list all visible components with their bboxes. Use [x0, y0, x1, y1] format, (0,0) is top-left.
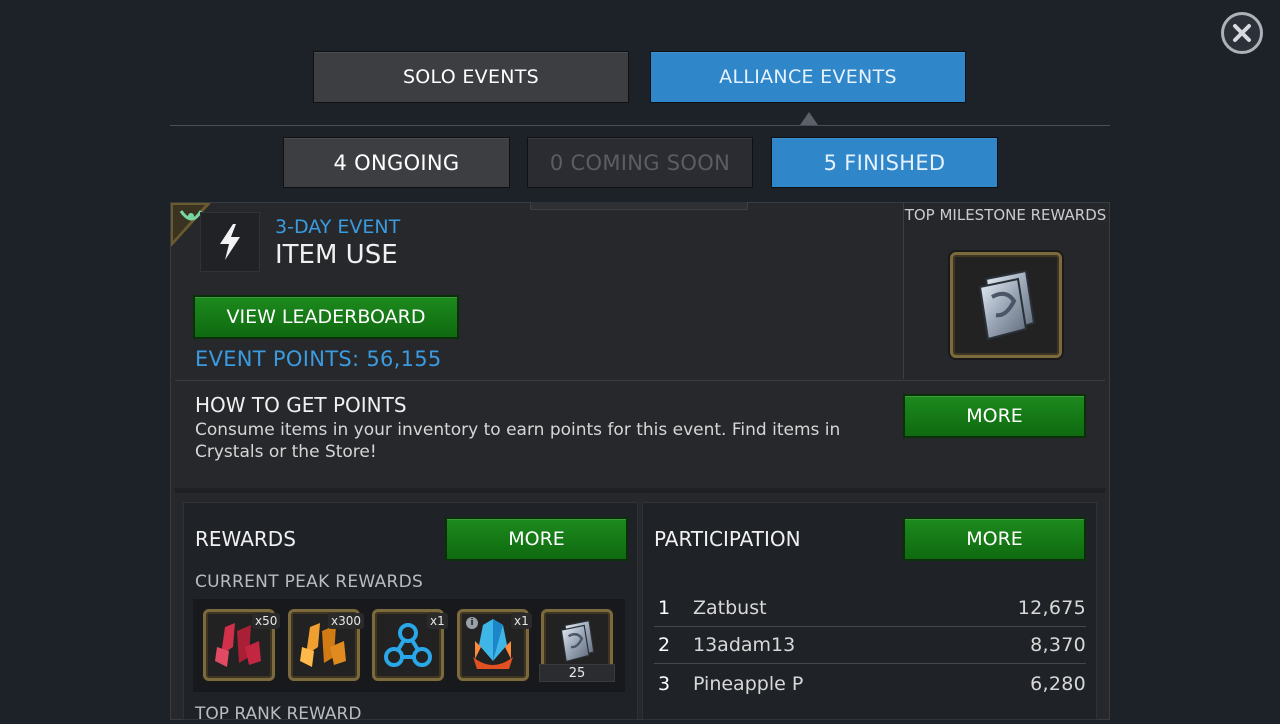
row-score: 8,370 — [1030, 634, 1086, 656]
info-icon[interactable]: i — [466, 617, 478, 629]
tab-alliance-events[interactable]: ALLIANCE EVENTS — [650, 51, 966, 103]
tab-solo-events[interactable]: SOLO EVENTS — [313, 51, 629, 103]
milestone-title: TOP MILESTONE REWARDS — [904, 206, 1107, 224]
view-leaderboard-button[interactable]: VIEW LEADERBOARD — [193, 295, 459, 339]
row-score: 6,280 — [1030, 672, 1086, 695]
tab-ongoing-label: 4 ONGOING — [333, 150, 460, 175]
row-name: Pineapple P — [693, 672, 804, 695]
event-points: EVENT POINTS: 56,155 — [195, 347, 442, 371]
close-icon — [1233, 24, 1251, 42]
close-button[interactable] — [1221, 12, 1263, 54]
rewards-more-label: MORE — [508, 528, 565, 550]
catalyst-icon — [560, 619, 595, 663]
rewards-title: REWARDS — [195, 527, 296, 551]
tab-solo-events-label: SOLO EVENTS — [402, 66, 540, 88]
milestone-reward-item[interactable] — [950, 252, 1062, 358]
reward-quantity: 25 — [539, 664, 615, 682]
catalyst-icon — [978, 269, 1036, 341]
event-title: ITEM USE — [275, 240, 398, 270]
tab-alliance-events-label: ALLIANCE EVENTS — [719, 66, 897, 88]
how-to-more-label: MORE — [966, 405, 1023, 427]
participation-more-label: MORE — [966, 528, 1023, 550]
event-type-icon — [200, 212, 260, 272]
tab-finished[interactable]: 5 FINISHED — [771, 137, 998, 188]
tab-coming-soon-label: 0 COMING SOON — [549, 150, 731, 175]
section-divider-thick — [175, 488, 1105, 493]
tab-coming-soon[interactable]: 0 COMING SOON — [527, 137, 753, 188]
leaderboard-row: 3 Pineapple P 6,280 — [654, 665, 1086, 702]
participation-more-button[interactable]: MORE — [903, 517, 1086, 561]
row-rank: 3 — [658, 672, 671, 695]
section-divider — [175, 380, 1105, 381]
row-name: 13adam13 — [693, 634, 796, 656]
leaderboard-row: 1 Zatbust 12,675 — [654, 590, 1086, 627]
how-to-get-points-title: HOW TO GET POINTS — [195, 393, 407, 417]
tab-finished-label: 5 FINISHED — [823, 150, 946, 175]
row-rank: 1 — [658, 597, 671, 619]
view-leaderboard-label: VIEW LEADERBOARD — [226, 306, 426, 328]
how-to-more-button[interactable]: MORE — [903, 394, 1086, 438]
top-rank-reward-label: TOP RANK REWARD — [195, 704, 362, 724]
reward-count: x1 — [427, 613, 448, 629]
how-to-get-points-description: Consume items in your inventory to earn … — [195, 420, 841, 462]
event-duration: 3-DAY EVENT — [275, 216, 401, 238]
tabs-divider — [170, 125, 1110, 126]
lightning-bolt-icon — [220, 224, 240, 260]
reward-count: x300 — [328, 613, 365, 629]
reward-count: x50 — [252, 613, 281, 629]
leaderboard-row: 2 13adam13 8,370 — [654, 627, 1086, 664]
row-score: 12,675 — [1017, 597, 1086, 619]
row-rank: 2 — [658, 634, 671, 656]
rewards-more-button[interactable]: MORE — [445, 517, 628, 561]
reward-count: x1 — [511, 613, 532, 629]
current-peak-rewards-label: CURRENT PEAK REWARDS — [195, 572, 424, 592]
tab-ongoing[interactable]: 4 ONGOING — [283, 137, 510, 188]
selected-tab-pointer — [800, 112, 818, 125]
row-name: Zatbust — [693, 597, 767, 619]
participation-title: PARTICIPATION — [654, 527, 801, 551]
scroll-indicator — [530, 202, 748, 210]
